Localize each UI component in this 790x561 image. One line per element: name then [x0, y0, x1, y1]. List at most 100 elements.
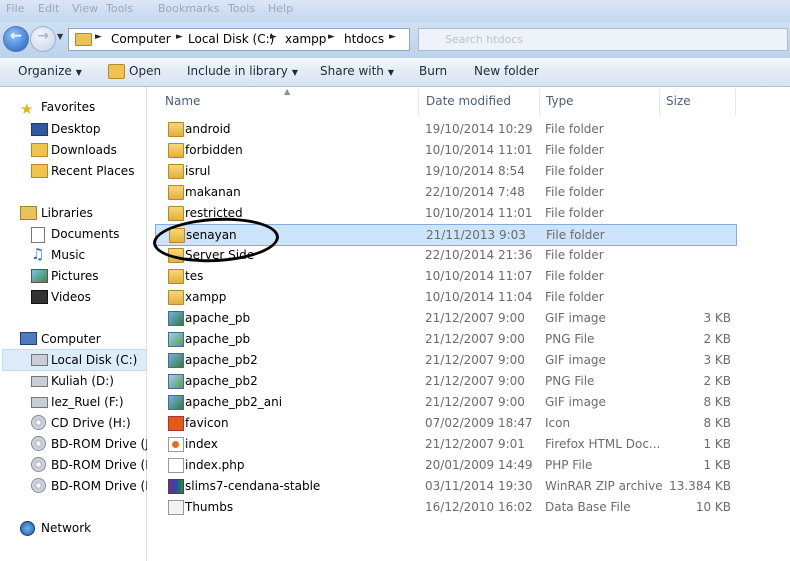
breadcrumb-separator-icon[interactable]: ► — [328, 32, 335, 42]
column-divider[interactable] — [418, 89, 419, 115]
share-label: Share with — [320, 64, 384, 78]
bd-rom-drive-icon — [31, 478, 46, 493]
burn-button[interactable]: Burn — [419, 64, 447, 78]
file-size: 8 KB — [703, 395, 731, 409]
file-name: forbidden — [185, 143, 243, 157]
menu-item-view[interactable]: View — [72, 2, 98, 15]
new-folder-button[interactable]: New folder — [474, 64, 539, 78]
breadcrumb-xampp[interactable]: xampp — [285, 32, 326, 46]
breadcrumb-htdocs[interactable]: htdocs — [344, 32, 384, 46]
organize-button[interactable]: Organize ▼ — [18, 64, 82, 78]
column-header-name[interactable]: Name — [165, 94, 200, 108]
file-row[interactable]: apache_pb2 21/12/2007 9:00 PNG File 2 KB — [155, 371, 735, 391]
file-row[interactable]: tes 10/10/2014 11:07 File folder — [155, 266, 735, 286]
column-divider[interactable] — [659, 89, 660, 115]
back-button[interactable]: ← — [3, 26, 29, 52]
nav-music[interactable]: Music — [51, 248, 85, 262]
nav-drive-k[interactable]: BD-ROM Drive (K: — [51, 458, 157, 472]
breadcrumb-separator-icon[interactable]: ► — [389, 32, 396, 42]
file-row[interactable]: xampp 10/10/2014 11:04 File folder — [155, 287, 735, 307]
recent-pages-dropdown-icon[interactable]: ▼ — [57, 32, 63, 41]
file-name: Thumbs — [185, 500, 234, 514]
file-size: 10 KB — [695, 500, 731, 514]
menu-item-file[interactable]: File — [6, 2, 24, 15]
search-placeholder: Search htdocs — [445, 33, 524, 46]
column-header-type[interactable]: Type — [546, 94, 574, 108]
nav-desktop[interactable]: Desktop — [51, 122, 101, 136]
file-name: xampp — [185, 290, 227, 304]
nav-drive-d[interactable]: Kuliah (D:) — [51, 374, 114, 388]
breadcrumb-separator-icon[interactable]: ► — [176, 32, 183, 42]
libraries-icon — [20, 206, 37, 220]
search-input[interactable]: Search htdocs — [418, 28, 788, 51]
menu-item-tools[interactable]: Tools — [106, 2, 133, 15]
address-bar[interactable]: ► Computer ► Local Disk (C:) ► xampp ► h… — [68, 28, 410, 51]
nav-documents[interactable]: Documents — [51, 227, 119, 241]
downloads-folder-icon — [31, 143, 48, 157]
file-row[interactable]: makanan 22/10/2014 7:48 File folder — [155, 182, 735, 202]
nav-drive-m[interactable]: BD-ROM Drive (M — [51, 479, 156, 493]
file-type: File folder — [545, 164, 604, 178]
file-row[interactable]: isrul 19/10/2014 8:54 File folder — [155, 161, 735, 181]
column-header-date[interactable]: Date modified — [426, 94, 511, 108]
nav-drive-j[interactable]: BD-ROM Drive (J:) — [51, 437, 158, 451]
hard-drive-icon — [31, 376, 48, 387]
file-name: apache_pb — [185, 332, 251, 346]
file-type: GIF image — [545, 353, 606, 367]
nav-recent-places[interactable]: Recent Places — [51, 164, 134, 178]
file-date-modified: 10/10/2014 11:04 — [425, 290, 533, 304]
file-type: PHP File — [545, 458, 593, 472]
folder-icon — [168, 290, 184, 305]
file-type: File folder — [545, 248, 604, 262]
file-type: Data Base File — [545, 500, 631, 514]
nav-pictures[interactable]: Pictures — [51, 269, 99, 283]
file-row[interactable]: index 21/12/2007 9:01 Firefox HTML Doc... 1… — [155, 434, 735, 454]
file-row[interactable]: apache_pb 21/12/2007 9:00 PNG File 2 KB — [155, 329, 735, 349]
file-row[interactable]: index.php 20/01/2009 14:49 PHP File 1 KB — [155, 455, 735, 475]
folder-icon — [168, 164, 184, 179]
nav-drive-f[interactable]: Iez_Ruel (F:) — [51, 395, 124, 409]
file-row[interactable]: forbidden 10/10/2014 11:01 File folder — [155, 140, 735, 160]
menu-item-help[interactable]: Help — [268, 2, 293, 15]
breadcrumb-computer[interactable]: Computer — [111, 32, 171, 46]
column-header-size[interactable]: Size — [666, 94, 691, 108]
breadcrumb-separator-icon[interactable]: ► — [95, 32, 102, 42]
file-row[interactable]: apache_pb2 21/12/2007 9:00 GIF image 3 KB — [155, 350, 735, 370]
chevron-down-icon: ▼ — [75, 68, 82, 77]
breadcrumb-separator-icon[interactable]: ► — [270, 32, 277, 42]
html-file-icon — [168, 437, 184, 452]
file-name: favicon — [185, 416, 229, 430]
file-row[interactable]: Thumbs 16/12/2010 16:02 Data Base File 10 K… — [155, 497, 735, 517]
nav-videos[interactable]: Videos — [51, 290, 91, 304]
nav-network[interactable]: Network — [41, 521, 91, 535]
share-with-button[interactable]: Share with ▼ — [320, 64, 394, 78]
file-date-modified: 22/10/2014 21:36 — [425, 248, 533, 262]
menu-item-edit[interactable]: Edit — [38, 2, 59, 15]
nav-drive-c[interactable]: Local Disk (C:) — [51, 353, 137, 367]
menu-item-bookmarks[interactable]: Bookmarks — [158, 2, 219, 15]
open-button[interactable]: Open — [129, 64, 161, 78]
column-divider[interactable] — [735, 89, 736, 115]
file-type: File folder — [545, 143, 604, 157]
include-in-library-button[interactable]: Include in library ▼ — [187, 64, 298, 78]
file-row[interactable]: favicon 07/02/2009 18:47 Icon 8 KB — [155, 413, 735, 433]
file-date-modified: 19/10/2014 8:54 — [425, 164, 525, 178]
column-divider[interactable] — [539, 89, 540, 115]
forward-button[interactable]: → — [30, 26, 56, 52]
nav-drive-h[interactable]: CD Drive (H:) — [51, 416, 131, 430]
file-row[interactable]: slims7-cendana-stable 03/11/2014 19:30 Win… — [155, 476, 735, 496]
winrar-archive-icon — [168, 479, 184, 494]
music-note-icon: ♫ — [31, 245, 45, 263]
file-row[interactable]: android 19/10/2014 10:29 File folder — [155, 119, 735, 139]
file-row[interactable]: apache_pb 21/12/2007 9:00 GIF image 3 KB — [155, 308, 735, 328]
file-type: Icon — [545, 416, 571, 430]
menu-item-tools-2[interactable]: Tools — [228, 2, 255, 15]
nav-computer[interactable]: Computer — [41, 332, 101, 346]
nav-favorites[interactable]: Favorites — [41, 100, 95, 114]
videos-icon — [31, 290, 48, 304]
nav-libraries[interactable]: Libraries — [41, 206, 93, 220]
breadcrumb-local-disk[interactable]: Local Disk (C:) — [188, 32, 274, 46]
navigation-pane: ★ Favorites Desktop Downloads Recent Pla… — [0, 87, 158, 561]
file-row[interactable]: apache_pb2_ani 21/12/2007 9:00 GIF image 8 … — [155, 392, 735, 412]
nav-downloads[interactable]: Downloads — [51, 143, 117, 157]
